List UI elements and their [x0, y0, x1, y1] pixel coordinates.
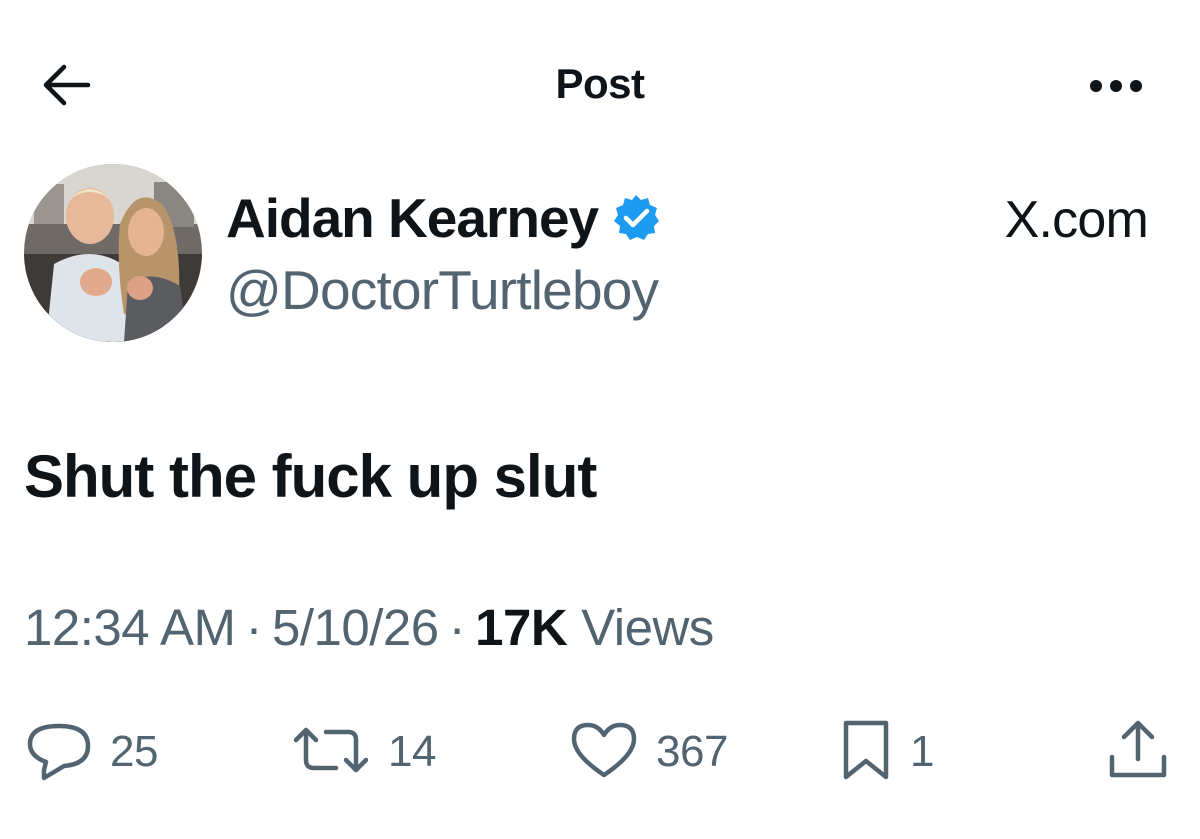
bookmark-button[interactable]: 1 [838, 712, 934, 792]
repost-count: 14 [388, 727, 436, 776]
tweet-text: Shut the fuck up slut [24, 443, 597, 510]
heart-icon [568, 719, 640, 786]
tweet-time[interactable]: 12:34 AM [24, 598, 236, 657]
source-label: X.com [1004, 191, 1149, 249]
reply-button[interactable]: 25 [24, 712, 158, 792]
post-header: Post [0, 0, 1200, 170]
author-name[interactable]: Aidan Kearney [226, 186, 599, 250]
tweet-date[interactable]: 5/10/26 [272, 598, 439, 657]
like-button[interactable]: 367 [568, 712, 728, 792]
share-icon [1106, 717, 1170, 788]
page-title: Post [555, 60, 645, 107]
repost-icon [290, 722, 372, 783]
meta-separator: · [448, 599, 466, 656]
reply-count: 25 [110, 727, 158, 776]
author-handle[interactable]: @DoctorTurtleboy [226, 258, 659, 322]
ellipsis-icon [1088, 78, 1144, 99]
reply-icon [24, 718, 94, 787]
bookmark-count: 1 [910, 727, 934, 776]
meta-separator: · [245, 599, 262, 656]
bookmark-icon [838, 717, 894, 788]
avatar[interactable] [24, 164, 202, 342]
share-button[interactable] [1106, 712, 1170, 792]
like-count: 367 [656, 727, 728, 776]
views-count: 17K [475, 599, 568, 656]
action-bar: 25 14 367 1 [0, 712, 1200, 792]
views-label: Views [581, 599, 714, 656]
verified-badge-icon [610, 192, 662, 244]
author-name-row[interactable]: Aidan Kearney [226, 184, 662, 252]
more-options-button[interactable] [1084, 68, 1148, 108]
repost-button[interactable]: 14 [290, 712, 436, 792]
tweet-meta: 12:34 AM · 5/10/26 · 17K Views [24, 598, 714, 657]
